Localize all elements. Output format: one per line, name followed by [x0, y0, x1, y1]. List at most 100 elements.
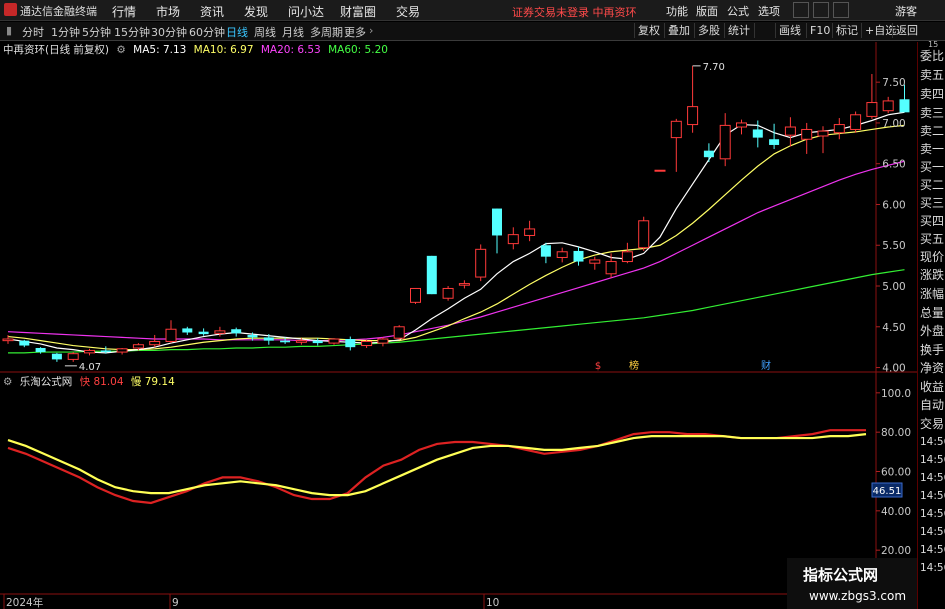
menu-xiaoda[interactable]: 问小达	[288, 3, 324, 20]
candle[interactable]	[393, 325, 405, 340]
tab-1min[interactable]: 1分钟	[51, 24, 80, 40]
tab-intraday[interactable]: 分时	[22, 24, 44, 40]
candle[interactable]	[833, 118, 845, 140]
candle[interactable]	[703, 143, 714, 163]
candle[interactable]	[621, 242, 633, 264]
menu-news[interactable]: 资讯	[200, 3, 224, 20]
candlesticks[interactable]	[2, 65, 910, 362]
candle[interactable]	[769, 123, 780, 150]
event-marker[interactable]: 榜	[629, 359, 639, 372]
tab-more[interactable]: 更多	[344, 24, 366, 40]
menu-options[interactable]: 选项	[758, 3, 780, 19]
candle[interactable]	[687, 65, 699, 133]
mark-button[interactable]: 标记	[832, 23, 858, 38]
nav-arrow-icon[interactable]: ▮	[6, 24, 12, 37]
osc-tick-label: 60.00	[881, 467, 911, 479]
candle[interactable]	[556, 247, 568, 263]
candle[interactable]	[458, 280, 470, 289]
tab-5min[interactable]: 5分钟	[82, 24, 111, 40]
candle[interactable]	[377, 337, 389, 347]
tab-15min[interactable]: 15分钟	[114, 24, 150, 40]
candle[interactable]	[328, 338, 340, 345]
quote-item-19[interactable]: 自动	[920, 396, 944, 413]
draw-button[interactable]: 画线	[775, 23, 801, 38]
event-marker[interactable]: $	[595, 361, 601, 372]
settings-icon[interactable]: ⚙	[3, 376, 12, 388]
chevron-right-icon[interactable]: ›	[369, 24, 373, 37]
candle[interactable]	[312, 338, 323, 346]
menu-trade[interactable]: 交易	[396, 3, 420, 20]
tab-daily[interactable]: 日线	[226, 24, 248, 40]
candle[interactable]	[573, 246, 584, 266]
candle[interactable]	[442, 286, 454, 301]
kline-chart[interactable]: 7.50 7.00 6.50 6.00 5.50 5.00 4.50 4.00 100.0 80.…	[0, 42, 917, 609]
menu-market[interactable]: 市场	[156, 3, 180, 20]
candle[interactable]	[507, 227, 519, 250]
candle[interactable]	[589, 256, 601, 270]
tab-weekly[interactable]: 周线	[254, 24, 276, 40]
adjust-button[interactable]: 复权	[634, 23, 660, 38]
candle-body	[19, 340, 30, 346]
candle[interactable]	[67, 352, 79, 362]
candle[interactable]	[410, 287, 421, 304]
candle[interactable]	[51, 352, 62, 362]
overlay-button[interactable]: 叠加	[664, 23, 690, 38]
candle[interactable]	[736, 119, 747, 135]
settings-icon[interactable]: ⚙	[116, 44, 125, 56]
candle[interactable]	[882, 96, 894, 114]
maximize-icon[interactable]	[813, 2, 829, 18]
close-icon[interactable]	[833, 2, 849, 18]
candle[interactable]	[84, 348, 95, 356]
candle[interactable]	[198, 328, 209, 336]
candle[interactable]	[361, 339, 373, 348]
candle[interactable]	[165, 320, 177, 344]
candle-body	[165, 328, 177, 342]
osc-title[interactable]: 乐淘公式网	[20, 376, 73, 388]
candle[interactable]	[475, 244, 487, 282]
menu-formula[interactable]: 公式	[727, 3, 749, 19]
add-watchlist-button[interactable]: +自选	[861, 23, 896, 38]
candle[interactable]	[426, 255, 437, 295]
candle[interactable]	[784, 117, 796, 147]
event-marker[interactable]: 财	[761, 359, 771, 372]
candle[interactable]	[345, 336, 356, 351]
candle[interactable]	[182, 326, 193, 335]
candle[interactable]	[866, 74, 878, 119]
tab-monthly[interactable]: 月线	[282, 24, 304, 40]
chart-title[interactable]: 中再资环(日线 前复权)	[3, 44, 109, 56]
menu-function[interactable]: 功能	[666, 3, 688, 19]
candle[interactable]	[752, 120, 763, 148]
tab-30min[interactable]: 30分钟	[151, 24, 187, 40]
candle[interactable]	[670, 118, 682, 172]
minimize-icon[interactable]	[793, 2, 809, 18]
login-notice[interactable]: 证券交易未登录 中再资环	[512, 4, 637, 20]
quote-item-11: 现价	[920, 250, 945, 264]
candle[interactable]	[231, 327, 242, 337]
candle[interactable]	[149, 334, 161, 348]
menu-wealth[interactable]: 财富圈	[340, 3, 376, 20]
quote-item-20[interactable]: 交易	[920, 415, 944, 432]
candle[interactable]	[638, 216, 650, 251]
candle[interactable]	[801, 122, 813, 154]
candle[interactable]	[605, 253, 617, 278]
tab-60min[interactable]: 60分钟	[189, 24, 225, 40]
candle-body	[654, 169, 666, 172]
menu-quotes[interactable]: 行情	[112, 3, 136, 20]
candle[interactable]	[19, 339, 30, 348]
stats-button[interactable]: 统计	[724, 23, 750, 38]
tab-multi-period[interactable]: 多周期	[310, 24, 343, 40]
multi-stock-button[interactable]: 多股	[694, 23, 720, 38]
candle[interactable]	[540, 242, 551, 264]
back-button[interactable]: 返回	[892, 23, 918, 38]
candle[interactable]	[654, 169, 666, 172]
candle[interactable]	[116, 347, 128, 355]
candle[interactable]	[2, 334, 14, 344]
user-label[interactable]: 游客	[895, 3, 917, 19]
candle[interactable]	[524, 220, 536, 242]
menu-discover[interactable]: 发现	[244, 3, 268, 20]
candle[interactable]	[850, 111, 862, 133]
f10-button[interactable]: F10	[806, 23, 830, 38]
candle[interactable]	[492, 208, 502, 254]
menu-layout[interactable]: 版面	[696, 3, 718, 19]
candle[interactable]	[719, 113, 731, 167]
